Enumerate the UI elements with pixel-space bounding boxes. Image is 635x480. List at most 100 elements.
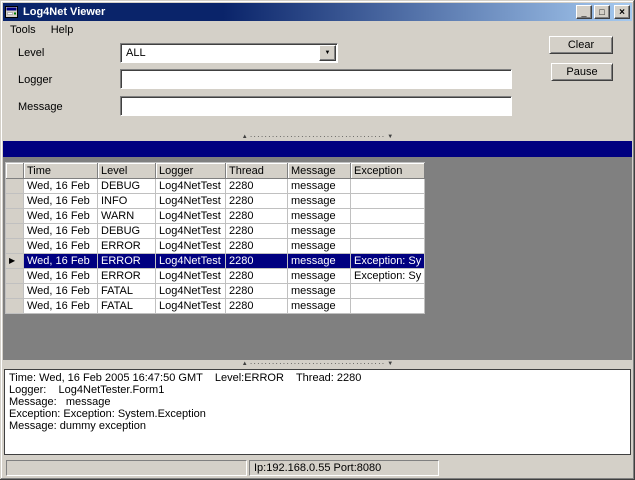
cell-level[interactable]: DEBUG	[98, 224, 156, 239]
cell-message[interactable]: message	[288, 224, 351, 239]
cell-message[interactable]: message	[288, 239, 351, 254]
row-selector-cell[interactable]	[6, 284, 24, 299]
cell-logger[interactable]: Log4NetTest	[156, 284, 226, 299]
cell-message[interactable]: message	[288, 209, 351, 224]
row-selector-cell[interactable]	[6, 194, 24, 209]
cell-logger[interactable]: Log4NetTest	[156, 194, 226, 209]
table-row[interactable]: ▶ Wed, 16 Feb ERROR Log4NetTest 2280 mes…	[6, 254, 426, 269]
col-header-message[interactable]: Message	[288, 163, 351, 179]
top-splitter[interactable]: ▲ ····································· …	[3, 133, 632, 141]
cell-message[interactable]: message	[288, 299, 351, 314]
row-selector-cell[interactable]	[6, 239, 24, 254]
grid-caption-bar	[3, 141, 632, 157]
cell-time[interactable]: Wed, 16 Feb	[24, 179, 98, 194]
menu-help[interactable]: Help	[44, 22, 82, 38]
cell-time[interactable]: Wed, 16 Feb	[24, 269, 98, 284]
cell-logger[interactable]: Log4NetTest	[156, 209, 226, 224]
row-selector-cell[interactable]	[6, 269, 24, 284]
cell-level[interactable]: FATAL	[98, 299, 156, 314]
row-selector-header	[6, 163, 24, 179]
cell-logger[interactable]: Log4NetTest	[156, 224, 226, 239]
cell-exception[interactable]	[351, 224, 426, 239]
cell-time[interactable]: Wed, 16 Feb	[24, 194, 98, 209]
app-window: Log4Net Viewer _ □ × Tools Help Level AL…	[0, 0, 635, 480]
cell-time[interactable]: Wed, 16 Feb	[24, 299, 98, 314]
table-row[interactable]: Wed, 16 Feb INFO Log4NetTest 2280 messag…	[6, 194, 426, 209]
cell-logger[interactable]: Log4NetTest	[156, 254, 226, 269]
message-label: Message	[18, 101, 63, 113]
menu-tools[interactable]: Tools	[3, 22, 44, 38]
cell-thread[interactable]: 2280	[226, 284, 288, 299]
pause-button[interactable]: Pause	[551, 63, 613, 81]
cell-time[interactable]: Wed, 16 Feb	[24, 209, 98, 224]
logger-input[interactable]	[120, 69, 512, 89]
cell-exception[interactable]: Exception: Sy	[351, 254, 426, 269]
table-row[interactable]: Wed, 16 Feb FATAL Log4NetTest 2280 messa…	[6, 284, 426, 299]
cell-message[interactable]: message	[288, 269, 351, 284]
cell-time[interactable]: Wed, 16 Feb	[24, 239, 98, 254]
cell-time[interactable]: Wed, 16 Feb	[24, 254, 98, 269]
cell-thread[interactable]: 2280	[226, 299, 288, 314]
cell-exception[interactable]	[351, 179, 426, 194]
col-header-thread[interactable]: Thread	[226, 163, 288, 179]
cell-logger[interactable]: Log4NetTest	[156, 179, 226, 194]
cell-level[interactable]: DEBUG	[98, 179, 156, 194]
cell-thread[interactable]: 2280	[226, 254, 288, 269]
cell-thread[interactable]: 2280	[226, 179, 288, 194]
detail-line: Message: message	[9, 396, 111, 408]
cell-message[interactable]: message	[288, 254, 351, 269]
bottom-splitter[interactable]: ▲ ····································· …	[3, 360, 632, 368]
cell-level[interactable]: ERROR	[98, 254, 156, 269]
minimize-button[interactable]: _	[576, 5, 592, 19]
table-row[interactable]: Wed, 16 Feb ERROR Log4NetTest 2280 messa…	[6, 239, 426, 254]
col-header-exception[interactable]: Exception	[351, 163, 426, 179]
table-row[interactable]: Wed, 16 Feb DEBUG Log4NetTest 2280 messa…	[6, 179, 426, 194]
title-bar[interactable]: Log4Net Viewer _ □ ×	[3, 3, 632, 21]
cell-thread[interactable]: 2280	[226, 209, 288, 224]
cell-exception[interactable]	[351, 209, 426, 224]
cell-logger[interactable]: Log4NetTest	[156, 299, 226, 314]
cell-thread[interactable]: 2280	[226, 239, 288, 254]
cell-thread[interactable]: 2280	[226, 194, 288, 209]
cell-time[interactable]: Wed, 16 Feb	[24, 224, 98, 239]
cell-logger[interactable]: Log4NetTest	[156, 239, 226, 254]
cell-level[interactable]: ERROR	[98, 269, 156, 284]
cell-level[interactable]: INFO	[98, 194, 156, 209]
cell-message[interactable]: message	[288, 194, 351, 209]
row-selector-cell[interactable]	[6, 179, 24, 194]
cell-level[interactable]: ERROR	[98, 239, 156, 254]
cell-level[interactable]: WARN	[98, 209, 156, 224]
row-selector-cell[interactable]	[6, 224, 24, 239]
col-header-level[interactable]: Level	[98, 163, 156, 179]
clear-button[interactable]: Clear	[549, 36, 613, 54]
col-header-time[interactable]: Time	[24, 163, 98, 179]
cell-exception[interactable]	[351, 299, 426, 314]
table-row[interactable]: Wed, 16 Feb WARN Log4NetTest 2280 messag…	[6, 209, 426, 224]
cell-exception[interactable]	[351, 194, 426, 209]
table-row[interactable]: Wed, 16 Feb FATAL Log4NetTest 2280 messa…	[6, 299, 426, 314]
col-header-logger[interactable]: Logger	[156, 163, 226, 179]
maximize-button[interactable]: □	[594, 5, 610, 19]
cell-exception[interactable]	[351, 284, 426, 299]
cell-exception[interactable]	[351, 239, 426, 254]
cell-logger[interactable]: Log4NetTest	[156, 269, 226, 284]
close-button[interactable]: ×	[614, 5, 630, 19]
cell-exception[interactable]: Exception: Sy	[351, 269, 426, 284]
cell-message[interactable]: message	[288, 179, 351, 194]
table-row[interactable]: Wed, 16 Feb DEBUG Log4NetTest 2280 messa…	[6, 224, 426, 239]
table-header-row: Time Level Logger Thread Message Excepti…	[6, 163, 426, 179]
chevron-down-icon[interactable]: ▼	[319, 45, 336, 61]
cell-time[interactable]: Wed, 16 Feb	[24, 284, 98, 299]
row-selector-cell[interactable]	[6, 299, 24, 314]
log-table[interactable]: Time Level Logger Thread Message Excepti…	[5, 162, 426, 314]
cell-message[interactable]: message	[288, 284, 351, 299]
table-row[interactable]: Wed, 16 Feb ERROR Log4NetTest 2280 messa…	[6, 269, 426, 284]
cell-thread[interactable]: 2280	[226, 269, 288, 284]
menu-bar: Tools Help	[3, 21, 632, 39]
row-selector-cell[interactable]	[6, 209, 24, 224]
cell-level[interactable]: FATAL	[98, 284, 156, 299]
row-selector-cell[interactable]: ▶	[6, 254, 24, 269]
cell-thread[interactable]: 2280	[226, 224, 288, 239]
message-input[interactable]	[120, 96, 512, 116]
level-combobox[interactable]: ALL ▼	[120, 43, 338, 63]
